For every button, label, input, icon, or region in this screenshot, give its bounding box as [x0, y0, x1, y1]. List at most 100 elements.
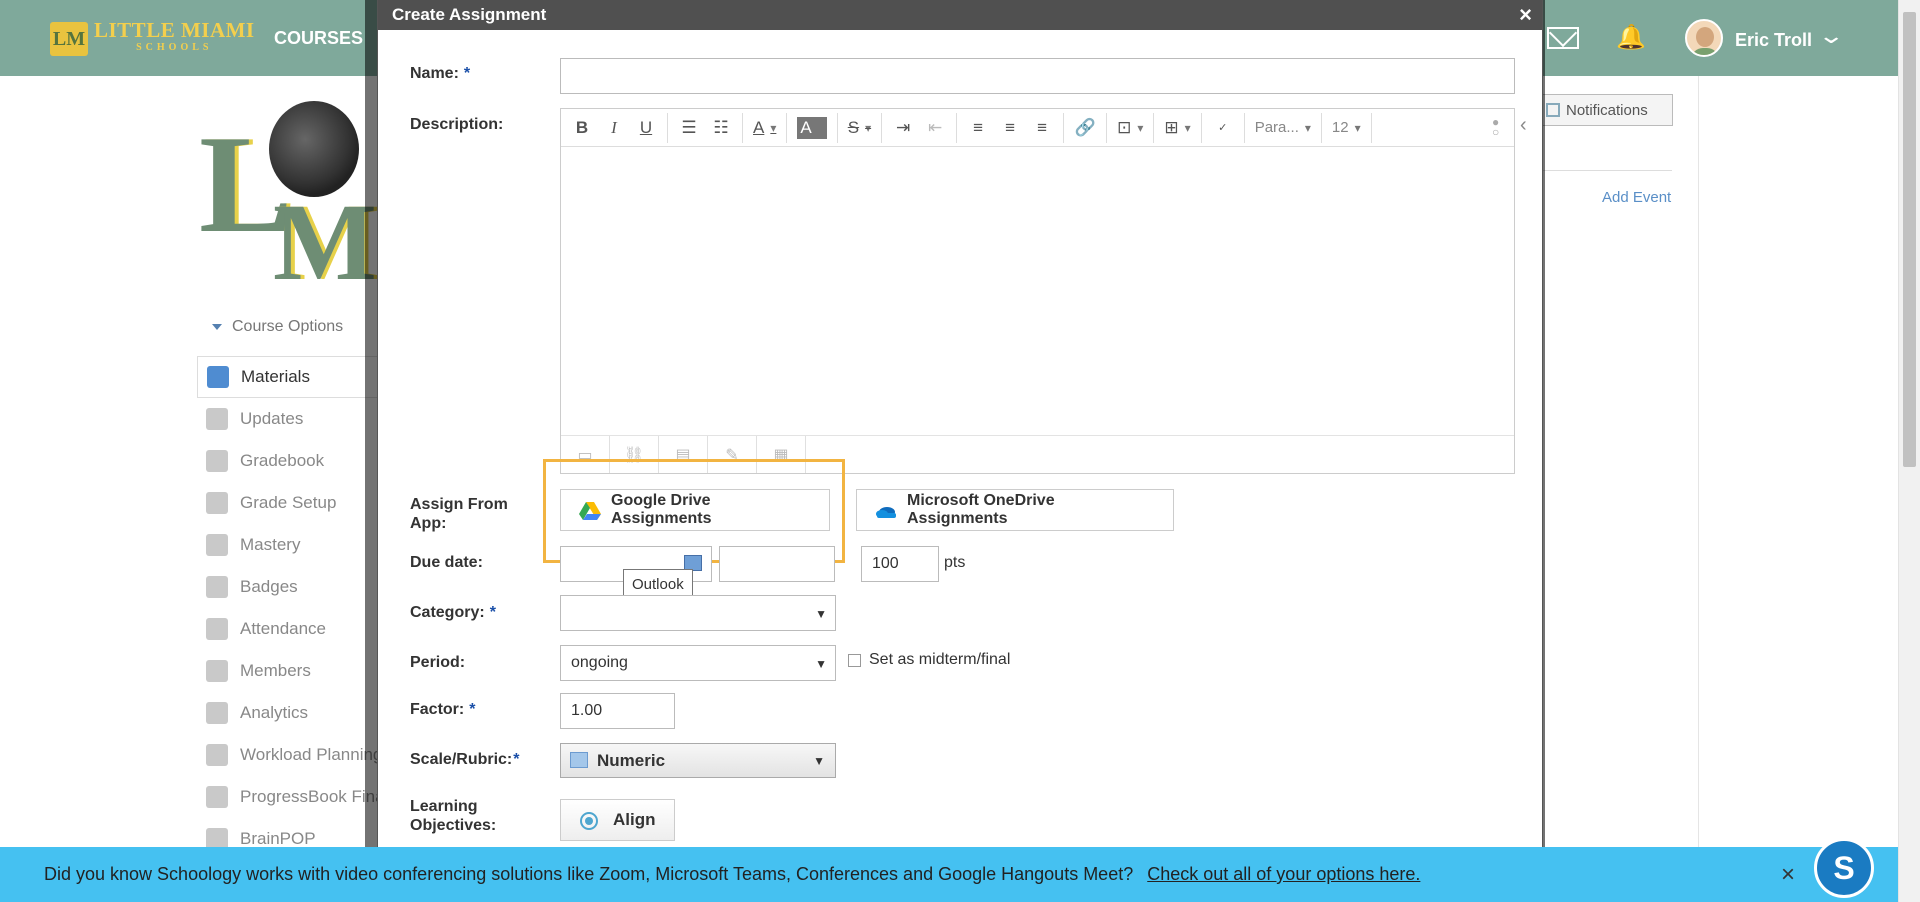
- materials-icon: [207, 366, 229, 388]
- course-logo-m: M: [273, 181, 377, 303]
- outdent-icon[interactable]: ⇤: [924, 117, 946, 139]
- chevron-left-icon[interactable]: ‹: [1520, 114, 1527, 137]
- scrollbar-thumb[interactable]: [1903, 12, 1916, 467]
- add-event-link[interactable]: Add Event: [1602, 189, 1671, 206]
- sidebar-item-analytics[interactable]: Analytics: [197, 692, 377, 734]
- font-color-button[interactable]: A: [753, 117, 776, 139]
- sidebar-item-label: Badges: [240, 577, 298, 596]
- divider: [1320, 112, 1322, 143]
- spellcheck-icon[interactable]: ✓: [1212, 117, 1234, 139]
- midterm-checkbox-row[interactable]: Set as midterm/final: [848, 651, 1010, 669]
- more-options-icon[interactable]: ● ○: [1492, 116, 1502, 138]
- align-left-icon[interactable]: ≡: [967, 117, 989, 139]
- target-icon: [580, 812, 598, 830]
- close-icon[interactable]: ×: [1781, 861, 1795, 889]
- scale-value: Numeric: [597, 750, 666, 770]
- font-size-dropdown[interactable]: 12: [1332, 117, 1361, 139]
- midterm-checkbox[interactable]: [848, 653, 861, 667]
- chevron-down-icon[interactable]: ⌄: [1817, 23, 1845, 49]
- points-unit: pts: [944, 554, 966, 571]
- numbered-list-icon[interactable]: ☷: [710, 117, 732, 139]
- link-icon[interactable]: 🔗: [1074, 117, 1096, 139]
- triangle-down-icon: [212, 323, 222, 330]
- sidebar-item-badges[interactable]: Badges: [197, 566, 377, 608]
- sidebar-item-materials[interactable]: Materials: [197, 356, 377, 398]
- page-scrollbar[interactable]: [1898, 0, 1920, 902]
- close-icon[interactable]: ×: [1519, 2, 1532, 28]
- sidebar-item-attendance[interactable]: Attendance: [197, 608, 377, 650]
- analytics-icon: [206, 702, 228, 724]
- align-center-icon[interactable]: ≡: [999, 117, 1021, 139]
- factor-input[interactable]: 1.00: [560, 693, 675, 729]
- sidebar-item-label: Gradebook: [240, 451, 325, 470]
- period-value: ongoing: [571, 654, 628, 671]
- indent-icon[interactable]: ⇥: [892, 117, 914, 139]
- divider: [667, 112, 668, 143]
- required-marker: *: [469, 701, 476, 718]
- sidebar-item-label: Workload Planning: [240, 745, 377, 764]
- video-conferencing-banner: Did you know Schoology works with video …: [0, 847, 1898, 902]
- sidebar-item-mastery[interactable]: Mastery: [197, 524, 377, 566]
- logo-text: LITTLE MIAMI SCHOOLS: [94, 20, 255, 57]
- schoology-chat-button[interactable]: S: [1814, 838, 1874, 898]
- bell-icon[interactable]: 🔔: [1616, 24, 1646, 52]
- factor-label-text: Factor:: [410, 701, 465, 718]
- user-name[interactable]: Eric Troll: [1735, 30, 1812, 51]
- editor-toolbar: B I U ☰ ☷ A A S ⇥ ⇤ ≡ ≡ ≡ 🔗 ⊡ ⊞ ✓: [561, 109, 1514, 147]
- sidebar-item-progressbook[interactable]: ProgressBook Final: [197, 776, 377, 818]
- due-time-input[interactable]: [719, 546, 835, 582]
- divider: [1153, 112, 1155, 143]
- table-icon[interactable]: ⊞: [1164, 117, 1190, 139]
- modal-title-bar: Create Assignment ×: [378, 0, 1542, 30]
- mail-icon[interactable]: [1547, 27, 1579, 49]
- italic-button[interactable]: I: [603, 117, 625, 139]
- period-select[interactable]: ongoing ▼: [560, 645, 836, 681]
- description-editor[interactable]: B I U ☰ ☷ A A S ⇥ ⇤ ≡ ≡ ≡ 🔗 ⊡ ⊞ ✓: [560, 108, 1515, 474]
- logo-mark: LM: [50, 22, 88, 56]
- avatar[interactable]: [1685, 19, 1723, 57]
- sidebar-item-label: BrainPOP: [240, 829, 316, 848]
- category-select[interactable]: ▼: [560, 595, 836, 631]
- insert-content-icon[interactable]: ⊡: [1117, 117, 1143, 139]
- name-input[interactable]: [560, 58, 1515, 94]
- sidebar-item-workload-planning[interactable]: Workload Planning: [197, 734, 377, 776]
- sidebar-item-label: Members: [240, 661, 311, 680]
- modal-title: Create Assignment: [392, 5, 547, 24]
- divider: [956, 112, 958, 143]
- editor-text-area[interactable]: [561, 147, 1514, 435]
- divider: [1106, 112, 1108, 143]
- sidebar-menu: Materials Updates Gradebook Grade Setup …: [197, 356, 377, 860]
- sidebar-item-grade-setup[interactable]: Grade Setup: [197, 482, 377, 524]
- notifications-button[interactable]: Notifications: [1539, 94, 1673, 126]
- badges-icon: [206, 576, 228, 598]
- notifications-label: Notifications: [1566, 101, 1648, 119]
- onedrive-assignments-button[interactable]: Microsoft OneDrive Assignments: [856, 489, 1174, 531]
- strikethrough-button[interactable]: S: [848, 117, 871, 139]
- scale-rubric-dropdown[interactable]: Numeric ▼: [560, 743, 836, 778]
- align-right-icon[interactable]: ≡: [1031, 117, 1053, 139]
- updates-icon: [206, 408, 228, 430]
- category-label: Category: *: [410, 603, 496, 622]
- district-logo[interactable]: LM LITTLE MIAMI SCHOOLS: [50, 20, 255, 57]
- course-options-toggle[interactable]: Course Options: [212, 318, 343, 336]
- divider: [1063, 112, 1065, 143]
- grade-setup-icon: [206, 492, 228, 514]
- align-button[interactable]: Align: [560, 799, 675, 841]
- points-input[interactable]: 100: [861, 546, 939, 582]
- divider: [1370, 112, 1372, 143]
- due-date-label: Due date:: [410, 554, 483, 571]
- nav-courses[interactable]: COURSES: [274, 28, 363, 49]
- underline-button[interactable]: U: [635, 117, 657, 139]
- banner-options-link[interactable]: Check out all of your options here.: [1147, 864, 1420, 885]
- sidebar-item-label: Analytics: [240, 703, 309, 722]
- bold-button[interactable]: B: [571, 117, 593, 139]
- sidebar-item-gradebook[interactable]: Gradebook: [197, 440, 377, 482]
- sidebar-item-updates[interactable]: Updates: [197, 398, 377, 440]
- highlight-color-button[interactable]: A: [797, 116, 827, 139]
- divider: [1539, 170, 1672, 171]
- sidebar-item-members[interactable]: Members: [197, 650, 377, 692]
- paragraph-format-dropdown[interactable]: Para...: [1255, 117, 1311, 139]
- sidebar-item-label: Attendance: [240, 619, 327, 638]
- bullet-list-icon[interactable]: ☰: [678, 117, 700, 139]
- divider: [1698, 76, 1699, 902]
